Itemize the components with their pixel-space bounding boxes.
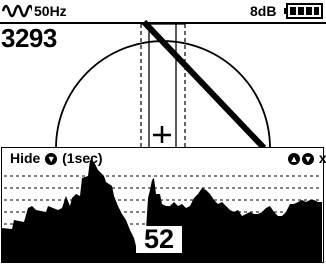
range-control[interactable]: ▲▼ x1	[287, 151, 326, 165]
down-arrow-button-icon[interactable]: ▼	[45, 153, 58, 165]
locator-screen: 50Hz 8dB 3293 Hide ▼ (1sec) ▲▼ x1 52	[0, 0, 326, 264]
hide-control[interactable]: Hide ▼ (1sec)	[10, 151, 103, 165]
hide-label: Hide	[10, 150, 41, 166]
peak-value: 52	[136, 226, 183, 253]
down-arrow-button-icon[interactable]: ▼	[302, 153, 314, 165]
range-value: x1	[318, 150, 326, 166]
interval-label: (1sec)	[62, 150, 103, 166]
up-arrow-button-icon[interactable]: ▲	[288, 153, 300, 165]
